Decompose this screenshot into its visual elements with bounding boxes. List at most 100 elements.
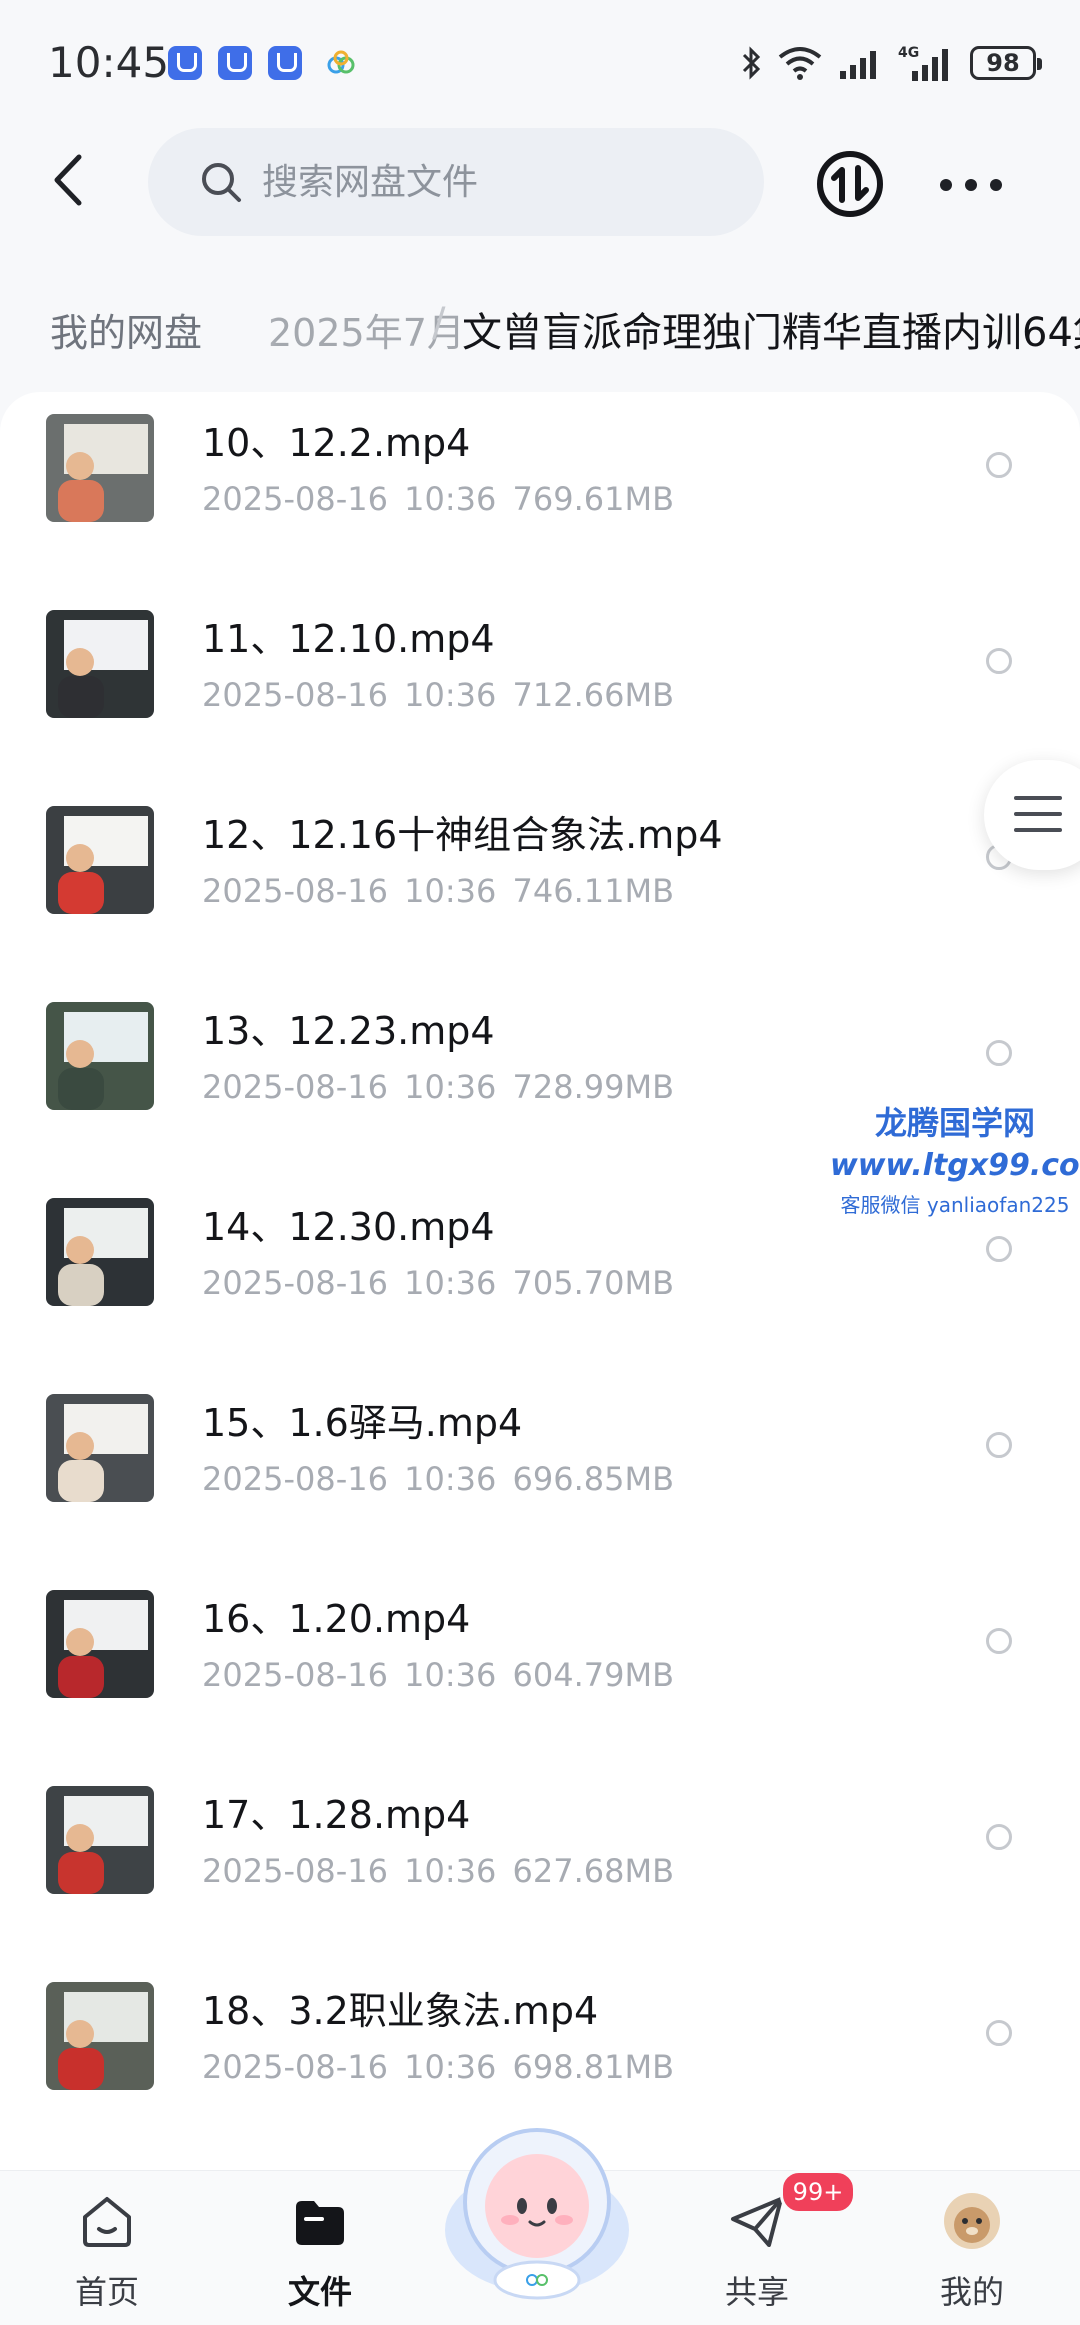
file-date: 2025-08-16 — [202, 1656, 388, 1694]
status-indicators: 4G 98 — [740, 40, 1042, 86]
file-time: 10:36 — [404, 480, 497, 518]
more-options-button[interactable] — [940, 172, 1002, 198]
tab-share-label: 共享 — [724, 2273, 789, 2311]
video-thumbnail — [46, 1198, 154, 1306]
app-notification-icon — [168, 46, 202, 80]
file-list: 10、12.2.mp4 2025-08-16 10:36 769.61MB 11、1… — [0, 392, 1080, 2170]
file-name: 13、12.23.mp4 — [202, 1009, 495, 1053]
file-size: 705.70MB — [512, 1264, 675, 1302]
file-meta: 2025-08-16 10:36 696.85MB — [202, 1460, 674, 1498]
share-plane-icon — [731, 2197, 783, 2247]
tab-home[interactable]: 首页 — [32, 2191, 182, 2311]
file-time: 10:36 — [404, 1460, 497, 1498]
video-thumbnail — [46, 806, 154, 914]
file-row[interactable]: 11、12.10.mp4 2025-08-16 10:36 712.66MB — [0, 588, 1080, 784]
file-meta: 2025-08-16 10:36 705.70MB — [202, 1264, 674, 1302]
bluetooth-icon — [742, 46, 761, 80]
file-meta: 2025-08-16 10:36 769.61MB — [202, 480, 674, 518]
select-checkbox[interactable] — [986, 1824, 1012, 1850]
status-bar: 10:45 4G 98 — [0, 0, 1080, 120]
file-date: 2025-08-16 — [202, 1068, 388, 1106]
select-checkbox[interactable] — [986, 1236, 1012, 1262]
top-nav — [0, 120, 1080, 240]
cloud-notification-icon — [327, 50, 355, 74]
select-checkbox[interactable] — [986, 1432, 1012, 1458]
search-input[interactable] — [260, 160, 714, 204]
home-icon — [83, 2197, 131, 2247]
tab-files-label: 文件 — [287, 2273, 352, 2311]
file-meta: 2025-08-16 10:36 728.99MB — [202, 1068, 674, 1106]
file-date: 2025-08-16 — [202, 872, 388, 910]
watermark-title: 龙腾国学网 — [874, 1104, 1035, 1142]
file-row[interactable]: 17、1.28.mp4 2025-08-16 10:36 627.68MB — [0, 1764, 1080, 1960]
more-dot-icon — [965, 179, 977, 191]
mascot-assistant-button[interactable] — [434, 2110, 640, 2300]
file-date: 2025-08-16 — [202, 2048, 388, 2086]
file-meta: 2025-08-16 10:36 604.79MB — [202, 1656, 674, 1694]
file-row[interactable]: 16、1.20.mp4 2025-08-16 10:36 604.79MB — [0, 1568, 1080, 1764]
battery-indicator: 98 — [970, 46, 1042, 80]
file-date: 2025-08-16 — [202, 1264, 388, 1302]
tab-files[interactable]: 文件 — [245, 2191, 395, 2311]
file-size: 696.85MB — [512, 1460, 675, 1498]
more-dot-icon — [940, 179, 952, 191]
video-thumbnail — [46, 1982, 154, 2090]
file-size: 728.99MB — [512, 1068, 675, 1106]
breadcrumb: 2025年7月 我的网盘 / 文曾盲派命理独门精华直播内训64集 — [0, 282, 1080, 366]
file-size: 769.61MB — [512, 480, 675, 518]
file-size: 604.79MB — [512, 1656, 675, 1694]
file-time: 10:36 — [404, 872, 497, 910]
select-checkbox[interactable] — [986, 452, 1012, 478]
file-name: 11、12.10.mp4 — [202, 617, 495, 661]
file-size: 712.66MB — [512, 676, 675, 714]
watermark: 龙腾国学网 www.ltgx99.com 客服微信 yanliaofan225 — [830, 1098, 1080, 1218]
video-thumbnail — [46, 1590, 154, 1698]
file-time: 10:36 — [404, 2048, 497, 2086]
tab-me-label: 我的 — [939, 2273, 1004, 2311]
select-checkbox[interactable] — [986, 1040, 1012, 1066]
file-row[interactable]: 15、1.6驿马.mp4 2025-08-16 10:36 696.85MB — [0, 1372, 1080, 1568]
file-time: 10:36 — [404, 1068, 497, 1106]
file-meta: 2025-08-16 10:36 698.81MB — [202, 2048, 674, 2086]
breadcrumb-root[interactable]: 我的网盘 — [50, 302, 202, 357]
select-checkbox[interactable] — [986, 2020, 1012, 2046]
app-notification-icon — [268, 46, 302, 80]
file-row[interactable]: 10、12.2.mp4 2025-08-16 10:36 769.61MB — [0, 392, 1080, 588]
tab-home-label: 首页 — [74, 2273, 139, 2311]
file-meta: 2025-08-16 10:36 746.11MB — [202, 872, 674, 910]
battery-level: 98 — [986, 49, 1020, 77]
video-thumbnail — [46, 610, 154, 718]
file-name: 12、12.16十神组合象法.mp4 — [202, 813, 723, 857]
file-name: 10、12.2.mp4 — [202, 421, 471, 465]
video-thumbnail — [46, 414, 154, 522]
avatar-icon — [944, 2193, 1000, 2249]
file-date: 2025-08-16 — [202, 1460, 388, 1498]
file-date: 2025-08-16 — [202, 1852, 388, 1890]
file-name: 15、1.6驿马.mp4 — [202, 1401, 523, 1445]
file-time: 10:36 — [404, 676, 497, 714]
file-time: 10:36 — [404, 1656, 497, 1694]
watermark-url: www.ltgx99.com — [830, 1148, 1080, 1183]
signal-icon — [840, 51, 876, 79]
transfer-list-icon[interactable] — [814, 148, 886, 220]
file-meta: 2025-08-16 10:36 712.66MB — [202, 676, 674, 714]
back-button[interactable] — [40, 150, 96, 210]
status-time: 10:45 — [48, 38, 170, 87]
select-checkbox[interactable] — [986, 648, 1012, 674]
file-size: 746.11MB — [512, 872, 675, 910]
file-name: 14、12.30.mp4 — [202, 1205, 495, 1249]
file-time: 10:36 — [404, 1264, 497, 1302]
file-name: 16、1.20.mp4 — [202, 1597, 471, 1641]
search-bar[interactable] — [148, 128, 764, 236]
file-size: 627.68MB — [512, 1852, 675, 1890]
more-dot-icon — [990, 179, 1002, 191]
file-name: 17、1.28.mp4 — [202, 1793, 471, 1837]
select-checkbox[interactable] — [986, 1628, 1012, 1654]
file-row[interactable]: 12、12.16十神组合象法.mp4 2025-08-16 10:36 746.1… — [0, 784, 1080, 980]
tab-me[interactable]: 我的 — [897, 2191, 1047, 2311]
file-meta: 2025-08-16 10:36 627.68MB — [202, 1852, 674, 1890]
video-thumbnail — [46, 1786, 154, 1894]
file-name: 18、3.2职业象法.mp4 — [202, 1989, 599, 2033]
breadcrumb-separator: / — [432, 300, 446, 346]
signal-4g-icon: 4G — [898, 45, 948, 81]
